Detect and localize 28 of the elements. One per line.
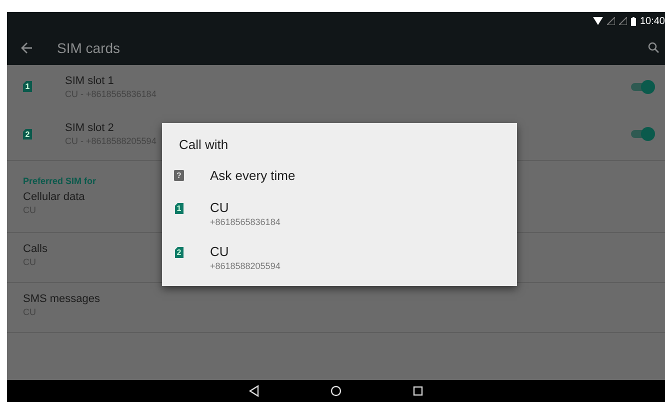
search-icon[interactable] <box>648 42 659 53</box>
sim-card-icon: 1 <box>174 203 184 214</box>
toggle-switch[interactable] <box>631 80 655 94</box>
option-label[interactable]: CU <box>210 200 280 215</box>
clock-time: 10:40 <box>640 16 665 26</box>
preference-title: SMS messages <box>23 293 100 305</box>
question-icon: ? <box>174 170 184 180</box>
back-arrow-icon[interactable] <box>21 42 33 54</box>
sim-slot-title: SIM slot 1 <box>65 74 114 86</box>
battery-icon <box>630 16 636 26</box>
option-label[interactable]: CU <box>210 244 280 259</box>
sim-slot-title: SIM slot 2 <box>65 122 114 134</box>
phone-number: +8618565836184 <box>210 217 280 227</box>
recents-icon[interactable] <box>412 385 424 397</box>
sim-card-icon: 2 <box>174 247 184 258</box>
section-header: Preferred SIM for <box>23 176 96 186</box>
preference-title: Calls <box>23 243 48 255</box>
back-icon[interactable] <box>248 385 260 397</box>
toggle-switch[interactable] <box>631 127 655 141</box>
option-label[interactable]: Ask every time <box>210 168 296 182</box>
phone-number: +8618588205594 <box>210 261 280 271</box>
screen-title: SIM cards <box>57 40 120 56</box>
dialog-title: Call with <box>179 137 228 152</box>
sim-card-icon: 1 <box>23 81 32 92</box>
wifi-icon <box>592 17 603 25</box>
home-icon[interactable] <box>330 385 342 397</box>
preference-title: Cellular data <box>23 191 85 203</box>
sim-card-icon: 2 <box>23 128 32 140</box>
